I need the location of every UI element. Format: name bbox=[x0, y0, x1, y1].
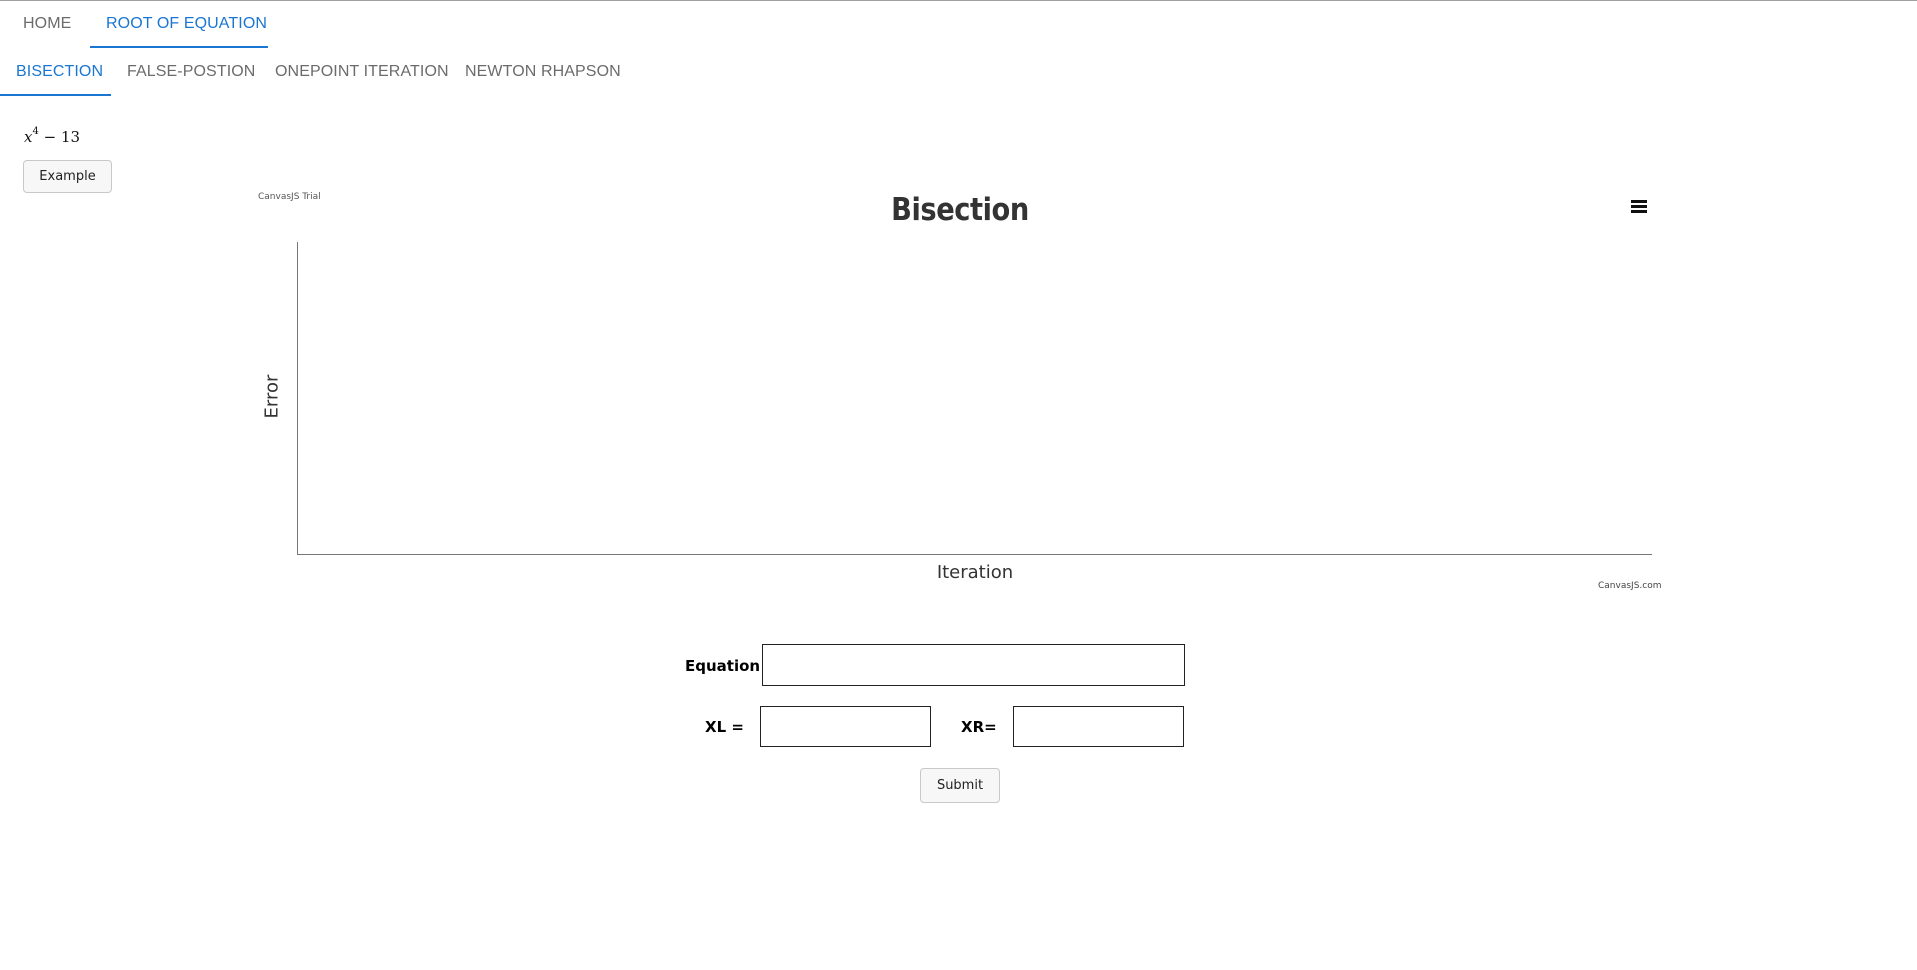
submit-button[interactable]: Submit bbox=[920, 768, 1000, 803]
xl-input[interactable] bbox=[760, 706, 931, 747]
subtab-false-position[interactable]: FALSE-POSTION bbox=[127, 63, 255, 81]
equation-rest: − 13 bbox=[43, 128, 81, 146]
equation-display: x4 − 13 bbox=[24, 126, 81, 146]
equation-exponent: 4 bbox=[32, 126, 39, 137]
subtab-newton-rhapson[interactable]: NEWTON RHAPSON bbox=[465, 63, 621, 81]
top-border bbox=[0, 0, 1917, 1]
xr-label: XR= bbox=[961, 718, 997, 736]
subtab-onepoint-iteration[interactable]: ONEPOINT ITERATION bbox=[275, 63, 449, 81]
page: HOME ROOT OF EQUATION BISECTION FALSE-PO… bbox=[0, 0, 1917, 970]
equation-input[interactable] bbox=[762, 644, 1185, 686]
hamburger-menu-icon[interactable] bbox=[1630, 200, 1650, 218]
chart-x-axis bbox=[297, 554, 1652, 555]
chart-y-axis-label: Error bbox=[261, 374, 283, 419]
chart-credit: CanvasJS.com bbox=[1598, 581, 1662, 591]
chart-title: Bisection bbox=[891, 192, 1029, 228]
example-button[interactable]: Example bbox=[23, 160, 112, 193]
tab-indicator bbox=[90, 46, 268, 48]
subtab-indicator bbox=[0, 94, 111, 96]
xl-label: XL = bbox=[705, 718, 744, 736]
tab-home[interactable]: HOME bbox=[23, 15, 71, 33]
tab-root-of-equation[interactable]: ROOT OF EQUATION bbox=[106, 15, 267, 33]
chart-watermark: CanvasJS Trial bbox=[258, 192, 321, 202]
chart-x-axis-label: Iteration bbox=[936, 562, 1014, 583]
chart-y-axis bbox=[297, 242, 298, 555]
chart-plot-area bbox=[297, 242, 1652, 555]
subtab-bisection[interactable]: BISECTION bbox=[16, 63, 103, 81]
xr-input[interactable] bbox=[1013, 706, 1184, 747]
equation-label: Equation bbox=[685, 657, 761, 675]
